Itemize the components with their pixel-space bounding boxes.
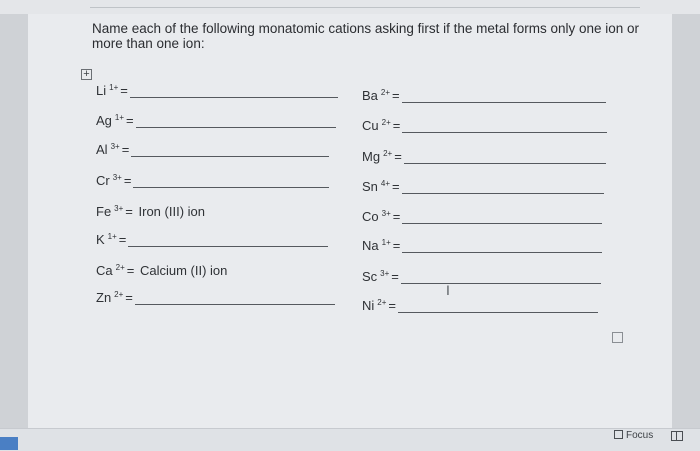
ion-row: Mg 2+ =	[362, 149, 606, 164]
answer-blank[interactable]	[133, 187, 330, 188]
app-taskbar-icon[interactable]	[0, 437, 18, 450]
ion-row: Cu 2+ =	[362, 118, 608, 133]
ion-charge: 1+	[107, 232, 117, 241]
ion-charge: 2+	[114, 290, 124, 299]
ion-charge: 1+	[114, 113, 125, 122]
equals-sign: =	[126, 263, 135, 278]
equals-sign: =	[392, 179, 400, 194]
ion-charge: 3+	[114, 204, 124, 213]
status-bar	[0, 428, 700, 451]
ion-symbol: Al	[96, 142, 108, 157]
ion-charge: 3+	[110, 142, 120, 151]
ion-charge: 2+	[381, 118, 391, 127]
ion-row: Ag 1+ =	[96, 113, 336, 128]
equals-sign: =	[388, 298, 396, 313]
ion-row: Sn 4+ =	[362, 179, 604, 194]
focus-label: Focus	[626, 430, 654, 441]
ion-symbol: Sn	[362, 179, 378, 194]
equals-sign: =	[125, 290, 133, 305]
ion-symbol: Li	[96, 83, 107, 98]
answer-field[interactable]: Iron (III) ion	[139, 204, 205, 219]
ion-charge: 2+	[380, 88, 391, 97]
ion-row: Na 1+ =	[362, 238, 603, 253]
answer-blank[interactable]	[401, 102, 606, 103]
answer-blank[interactable]	[402, 223, 603, 224]
answer-blank[interactable]	[398, 312, 598, 313]
ion-row: Ba 2+ =	[362, 88, 606, 103]
ion-row: Ca 2+ = Calcium (II) ion	[96, 263, 227, 278]
equals-sign: =	[392, 118, 401, 133]
answer-blank[interactable]	[403, 163, 606, 164]
ion-charge: 4+	[380, 179, 391, 188]
ion-row: Ni 2+ =	[362, 298, 598, 313]
ion-charge: 3+	[112, 173, 122, 182]
question-text: Name each of the following monatomic cat…	[92, 21, 640, 51]
ruler-line	[90, 7, 640, 8]
ion-charge: 3+	[381, 209, 391, 218]
ion-row: Co 3+ =	[362, 209, 603, 224]
ion-charge: 3+	[380, 269, 390, 278]
ion-row: Fe 3+ = Iron (III) ion	[96, 204, 205, 219]
focus-button[interactable]: Focus	[614, 430, 653, 441]
ion-symbol: Ag	[96, 113, 112, 128]
top-ruler-bar	[0, 0, 700, 14]
equals-sign: =	[392, 88, 400, 103]
ion-row: Cr 3+ =	[96, 173, 330, 188]
answer-blank[interactable]	[129, 97, 338, 98]
ion-row: Zn 2+ =	[96, 290, 335, 305]
equals-sign: =	[391, 269, 399, 284]
read-view-icon[interactable]	[671, 431, 683, 441]
ion-symbol: Fe	[96, 204, 112, 219]
answer-blank[interactable]	[128, 246, 329, 247]
checkbox-icon[interactable]	[612, 332, 623, 343]
ion-symbol: Ba	[362, 88, 378, 103]
table-move-handle-icon[interactable]: +	[81, 69, 92, 80]
answer-blank[interactable]	[400, 283, 601, 284]
ion-charge: 2+	[377, 298, 387, 307]
ion-symbol: Cu	[362, 118, 379, 133]
answer-field[interactable]: Calcium (II) ion	[140, 263, 227, 278]
equals-sign: =	[392, 209, 401, 224]
equals-sign: =	[392, 238, 401, 253]
answer-blank[interactable]	[135, 127, 336, 128]
ion-charge: 1+	[381, 238, 391, 247]
equals-sign: =	[125, 204, 133, 219]
ion-symbol: Zn	[96, 290, 112, 305]
ion-symbol: Ca	[96, 263, 113, 278]
ion-symbol: Cr	[96, 173, 110, 188]
ion-symbol: K	[96, 232, 105, 247]
equals-sign: =	[394, 149, 402, 164]
ion-symbol: Sc	[362, 269, 378, 284]
ion-symbol: Ni	[362, 298, 375, 313]
ion-row: Sc 3+ =	[362, 269, 601, 284]
ion-row: K 1+ =	[96, 232, 329, 247]
ion-symbol: Co	[362, 209, 379, 224]
ion-symbol: Mg	[362, 149, 381, 164]
answer-blank[interactable]	[131, 156, 330, 157]
ion-row: Al 3+ =	[96, 142, 330, 157]
focus-mode-icon	[614, 430, 623, 439]
equals-sign: =	[118, 232, 127, 247]
text-cursor-icon: I	[446, 282, 450, 298]
answer-blank[interactable]	[401, 193, 604, 194]
answer-blank[interactable]	[134, 304, 335, 305]
ion-charge: 2+	[383, 149, 393, 158]
equals-sign: =	[121, 142, 130, 157]
equals-sign: =	[120, 83, 128, 98]
equals-sign: =	[123, 173, 132, 188]
equals-sign: =	[126, 113, 134, 128]
ion-symbol: Na	[362, 238, 379, 253]
answer-blank[interactable]	[402, 252, 603, 253]
answer-blank[interactable]	[402, 132, 608, 133]
ion-charge: 1+	[109, 83, 119, 92]
ion-charge: 2+	[115, 263, 125, 272]
ion-row: Li 1+ =	[96, 83, 338, 98]
